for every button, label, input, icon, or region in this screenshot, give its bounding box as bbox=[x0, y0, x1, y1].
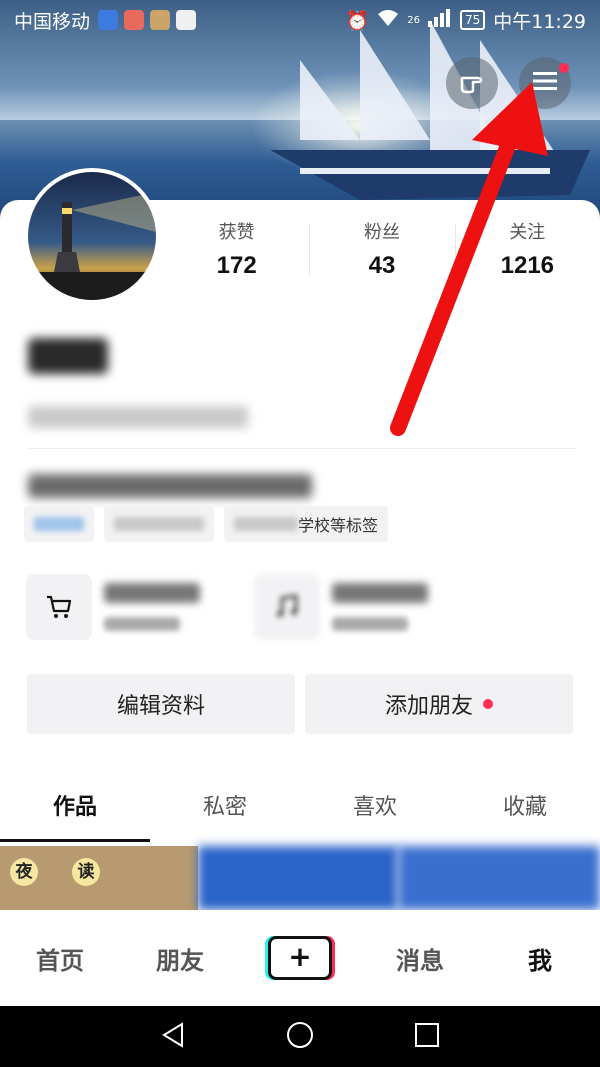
stat-likes[interactable]: 获赞 172 bbox=[164, 216, 309, 286]
notification-dot bbox=[559, 63, 569, 73]
shop-feature[interactable] bbox=[26, 574, 200, 640]
tag-school[interactable]: 学校等标签 bbox=[224, 506, 389, 542]
tab-favorites[interactable]: 收藏 bbox=[450, 786, 600, 842]
battery-indicator: 75 bbox=[459, 10, 486, 30]
bio-blurred[interactable] bbox=[28, 474, 312, 498]
stat-value: 1216 bbox=[500, 252, 555, 279]
video-grid: 夜 读 bbox=[0, 846, 600, 910]
nav-me[interactable]: 我 bbox=[480, 941, 600, 976]
map-pin-app-icon bbox=[176, 10, 197, 30]
stat-value: 172 bbox=[216, 252, 257, 279]
nav-home[interactable]: 首页 bbox=[0, 941, 120, 976]
home-circle-icon[interactable] bbox=[285, 1020, 315, 1054]
alarm-icon: ⏰ bbox=[345, 9, 370, 32]
network-type: 26 bbox=[407, 14, 420, 26]
notification-icons bbox=[98, 10, 197, 30]
tag-school-label: 学校等标签 bbox=[298, 516, 379, 535]
add-friends-button[interactable]: 添加朋友 bbox=[305, 674, 573, 734]
plus-icon: + bbox=[268, 936, 332, 980]
nav-friends[interactable]: 朋友 bbox=[120, 941, 240, 976]
video-thumbnail[interactable] bbox=[398, 846, 600, 910]
avatar[interactable] bbox=[24, 168, 160, 304]
stat-value: 43 bbox=[368, 252, 396, 279]
divider bbox=[28, 448, 576, 449]
menu-button[interactable] bbox=[519, 57, 571, 109]
tab-likes[interactable]: 喜欢 bbox=[300, 786, 450, 842]
notification-dot bbox=[483, 699, 493, 709]
content-tabs: 作品 私密 喜欢 收藏 bbox=[0, 786, 600, 842]
clock: 中午11:29 bbox=[493, 10, 586, 33]
game-app-icon bbox=[150, 10, 171, 30]
music-note-icon bbox=[254, 574, 320, 640]
bank-app-icon bbox=[124, 10, 145, 30]
stat-fans[interactable]: 粉丝 43 bbox=[309, 216, 454, 286]
stat-label: 获赞 bbox=[218, 222, 255, 243]
status-bar: 中国移动 ⏰ 26 75 中午11:29 bbox=[0, 0, 600, 40]
system-navigation-bar bbox=[0, 1006, 600, 1067]
tag-location[interactable] bbox=[104, 506, 214, 542]
pointing-hand-icon bbox=[457, 66, 487, 100]
carrier-name: 中国移动 bbox=[14, 10, 91, 33]
create-button[interactable]: + bbox=[240, 936, 360, 980]
tag-row: 学校等标签 bbox=[24, 506, 389, 542]
recents-square-icon[interactable] bbox=[412, 1020, 442, 1054]
stat-label: 粉丝 bbox=[363, 222, 400, 243]
hamburger-menu-icon bbox=[532, 70, 558, 96]
shopping-cart-icon bbox=[26, 574, 92, 640]
video-thumbnail[interactable]: 夜 读 bbox=[0, 846, 198, 910]
music-feature[interactable] bbox=[254, 574, 428, 640]
bottom-nav: 首页 朋友 + 消息 我 bbox=[0, 910, 600, 1006]
pointing-hand-button[interactable] bbox=[446, 57, 498, 109]
back-icon[interactable] bbox=[158, 1020, 188, 1054]
tag-gender[interactable] bbox=[24, 506, 94, 542]
stat-following[interactable]: 关注 1216 bbox=[454, 216, 600, 286]
signal-icon bbox=[427, 8, 452, 32]
nav-messages[interactable]: 消息 bbox=[360, 941, 480, 976]
edit-profile-button[interactable]: 编辑资料 bbox=[27, 674, 295, 734]
stat-label: 关注 bbox=[509, 222, 546, 243]
username-blurred bbox=[28, 338, 108, 374]
tab-private[interactable]: 私密 bbox=[150, 786, 300, 842]
lighthouse-avatar-image bbox=[28, 172, 156, 300]
thumbnail-char: 夜 bbox=[10, 858, 38, 886]
edit-profile-label: 编辑资料 bbox=[116, 694, 205, 719]
shield-app-icon bbox=[98, 10, 119, 30]
profile-card: 获赞 172 粉丝 43 关注 1216 学校等标签 编辑资料 添加朋友 作品 … bbox=[0, 200, 600, 910]
video-thumbnail[interactable] bbox=[198, 846, 398, 910]
add-friends-label: 添加朋友 bbox=[384, 694, 473, 719]
wifi-icon bbox=[377, 9, 399, 32]
stats-row: 获赞 172 粉丝 43 关注 1216 bbox=[164, 216, 600, 286]
tab-works[interactable]: 作品 bbox=[0, 786, 150, 842]
thumbnail-char: 读 bbox=[72, 858, 100, 886]
user-id-blurred[interactable] bbox=[28, 406, 248, 428]
